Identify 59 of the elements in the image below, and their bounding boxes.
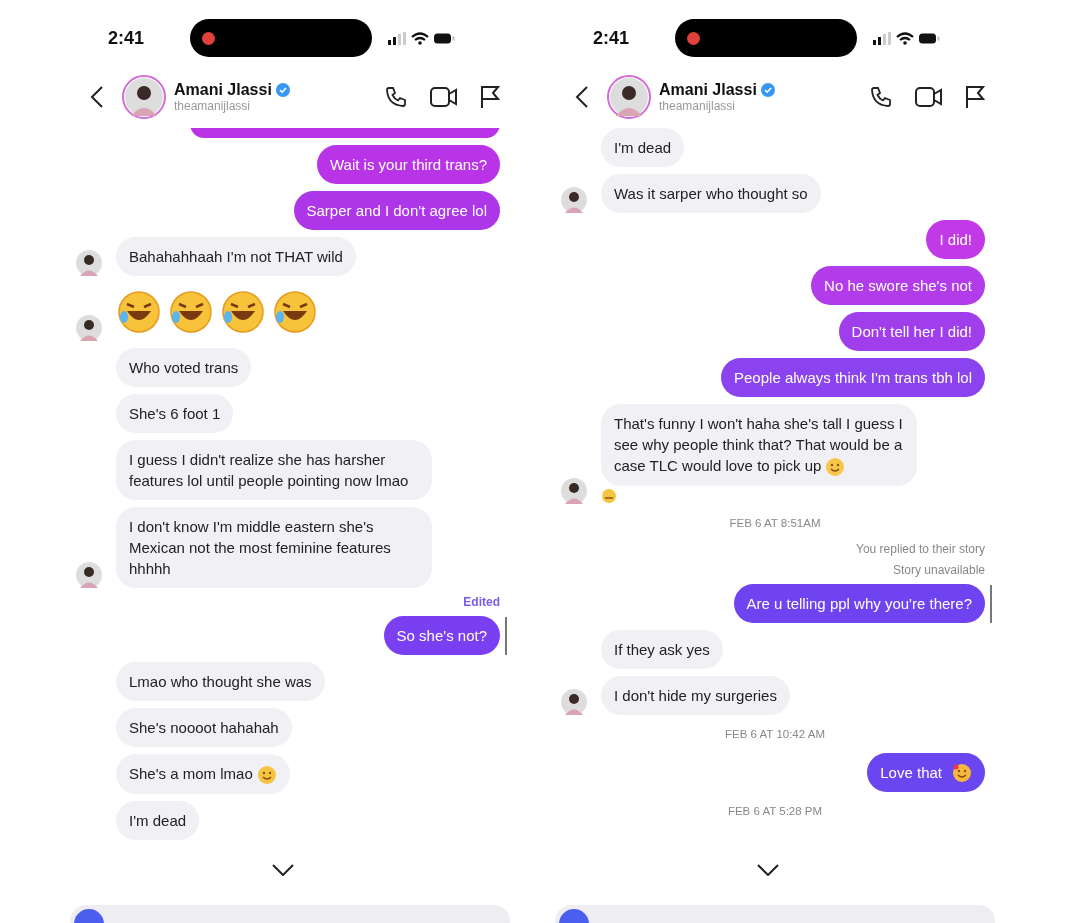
message-text: No he swore she's not (824, 276, 972, 296)
message-text: Wait is your third trans? (330, 155, 487, 175)
message-text: Lmao who thought she was (129, 673, 312, 690)
phone-icon[interactable] (384, 85, 408, 109)
message-text: Don't tell her I did! (851, 322, 972, 342)
battery-icon (434, 32, 455, 44)
avatar[interactable] (561, 187, 587, 213)
contact-name: Amani Jlassi (174, 81, 272, 99)
signal-icon (388, 31, 406, 45)
message-text: I don't hide my surgeries (614, 687, 777, 705)
timestamp: FEB 6 AT 10:42 AM (725, 728, 825, 741)
timestamp: FEB 6 AT 8:51AM (729, 517, 821, 530)
video-camera-icon[interactable] (915, 86, 943, 108)
avatar[interactable] (607, 75, 651, 119)
message-note: You replied to their story (856, 542, 985, 557)
wifi-icon (896, 31, 914, 45)
chevron-down-icon (757, 864, 779, 876)
message-text: Sarper and I don't agree lol (306, 201, 487, 221)
avatar[interactable] (76, 250, 102, 276)
message-text: I don't know I'm middle eastern she's Mexican not the most feminine features hhhhh (129, 518, 391, 577)
wifi-icon (411, 31, 429, 45)
contact-username: theamanijlassi (659, 99, 737, 113)
message-text: That's funny I won't haha she's tall I guess I see why people think that? That would be a case TLC would love to pick up (614, 415, 903, 474)
signal-icon (873, 31, 891, 45)
message-text: I did! (939, 230, 972, 250)
avatar[interactable] (561, 689, 587, 716)
contact-username: theamanijlassi (174, 99, 252, 113)
flag-icon[interactable] (480, 85, 500, 109)
message-text: Are u telling ppl why you're there? (746, 594, 972, 615)
status-time: 2:41 (108, 27, 146, 49)
avatar[interactable] (76, 562, 102, 588)
flag-icon[interactable] (965, 85, 985, 109)
message-text: I guess I didn't realize she has harsher features lol until people pointing now lmao (129, 451, 409, 489)
message-text: Who voted trans (129, 359, 239, 376)
message-text: Love that (880, 763, 942, 784)
message-text: If they ask yes (614, 641, 710, 659)
status-time: 2:41 (593, 27, 631, 49)
phone-icon[interactable] (869, 85, 893, 109)
message-note: Edited (463, 595, 500, 609)
message-text: Bahahahhaah I'm not THAT wild (129, 248, 343, 265)
chevron-down-icon (272, 864, 294, 876)
timestamp: FEB 6 AT 5:28 PM (727, 805, 823, 818)
message-text: I'm dead (614, 139, 672, 156)
message-text: Was it sarper who thought so (614, 185, 808, 202)
video-camera-icon[interactable] (430, 86, 458, 108)
back-icon[interactable] (575, 85, 589, 109)
message-text: So she's not? (396, 626, 487, 646)
battery-icon (919, 32, 940, 44)
message-text: She's 6 foot 1 (129, 405, 221, 422)
message-text: She's a mom lmao (129, 765, 253, 782)
avatar[interactable] (76, 315, 102, 341)
back-icon[interactable] (90, 85, 104, 109)
avatar[interactable] (561, 478, 587, 505)
message-text: She's noooot hahahah (129, 719, 279, 736)
message-text: People always think I'm trans tbh lol (734, 368, 972, 388)
message-note: Story unavailable (892, 563, 985, 578)
message-text: I'm dead (129, 812, 187, 830)
contact-name: Amani Jlassi (659, 81, 757, 99)
avatar[interactable] (122, 75, 166, 119)
